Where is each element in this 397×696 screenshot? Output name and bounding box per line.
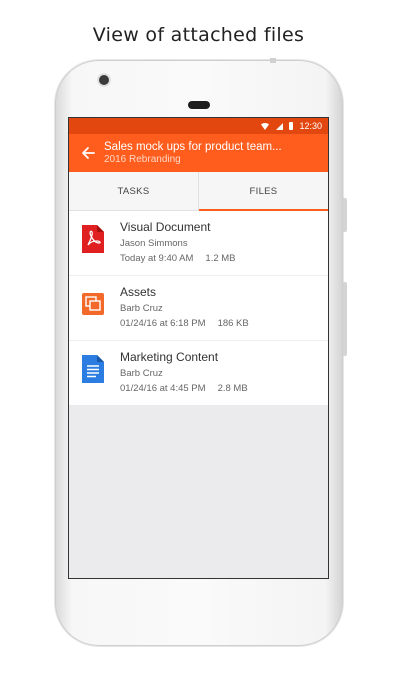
earpiece-speaker bbox=[188, 101, 210, 109]
file-meta: 01/24/16 at 4:45 PM 2.8 MB bbox=[120, 381, 248, 396]
tab-tasks[interactable]: TASKS bbox=[69, 172, 198, 210]
app-bar: Sales mock ups for product team... 2016 … bbox=[69, 134, 328, 172]
file-date: Today at 9:40 AM bbox=[120, 253, 194, 264]
status-bar: 12:30 bbox=[69, 118, 328, 134]
status-time: 12:30 bbox=[299, 121, 322, 131]
file-size: 186 KB bbox=[217, 318, 249, 329]
file-owner: Barb Cruz bbox=[120, 368, 163, 379]
pdf-icon bbox=[82, 225, 104, 253]
tab-files[interactable]: FILES bbox=[198, 172, 328, 211]
file-list: Visual Document Jason Simmons Today at 9… bbox=[69, 211, 328, 405]
wifi-icon bbox=[260, 122, 271, 130]
file-size: 2.8 MB bbox=[217, 383, 248, 394]
power-button bbox=[343, 198, 347, 232]
file-owner: Barb Cruz bbox=[120, 303, 163, 314]
file-date: 01/24/16 at 6:18 PM bbox=[120, 318, 206, 329]
file-item-visual-document[interactable]: Visual Document Jason Simmons Today at 9… bbox=[69, 211, 328, 276]
file-item-assets[interactable]: Assets Barb Cruz 01/24/16 at 6:18 PM 186 … bbox=[69, 276, 328, 341]
tab-bar: TASKS FILES bbox=[69, 172, 328, 211]
file-name: Marketing Content bbox=[120, 350, 219, 364]
phone-top-detail bbox=[270, 58, 276, 63]
front-camera bbox=[99, 75, 109, 85]
app-bar-title: Sales mock ups for product team... bbox=[104, 140, 282, 153]
file-name: Visual Document bbox=[120, 220, 211, 234]
file-owner: Jason Simmons bbox=[120, 238, 188, 249]
file-size: 1.2 MB bbox=[205, 253, 236, 264]
file-meta: Today at 9:40 AM 1.2 MB bbox=[120, 251, 236, 266]
slides-icon bbox=[82, 293, 104, 315]
file-name: Assets bbox=[120, 285, 157, 299]
arrow-left-icon[interactable] bbox=[80, 145, 96, 161]
volume-button bbox=[343, 282, 347, 356]
app-bar-subtitle: 2016 Rebranding bbox=[104, 153, 181, 165]
file-date: 01/24/16 at 4:45 PM bbox=[120, 383, 206, 394]
signal-icon bbox=[276, 122, 284, 130]
phone-screen: 12:30 Sales mock ups for product team...… bbox=[68, 117, 329, 579]
page-caption: View of attached files bbox=[92, 24, 305, 46]
file-meta: 01/24/16 at 6:18 PM 186 KB bbox=[120, 316, 249, 331]
document-icon bbox=[82, 355, 104, 383]
file-item-marketing-content[interactable]: Marketing Content Barb Cruz 01/24/16 at … bbox=[69, 341, 328, 405]
battery-icon bbox=[289, 122, 294, 130]
